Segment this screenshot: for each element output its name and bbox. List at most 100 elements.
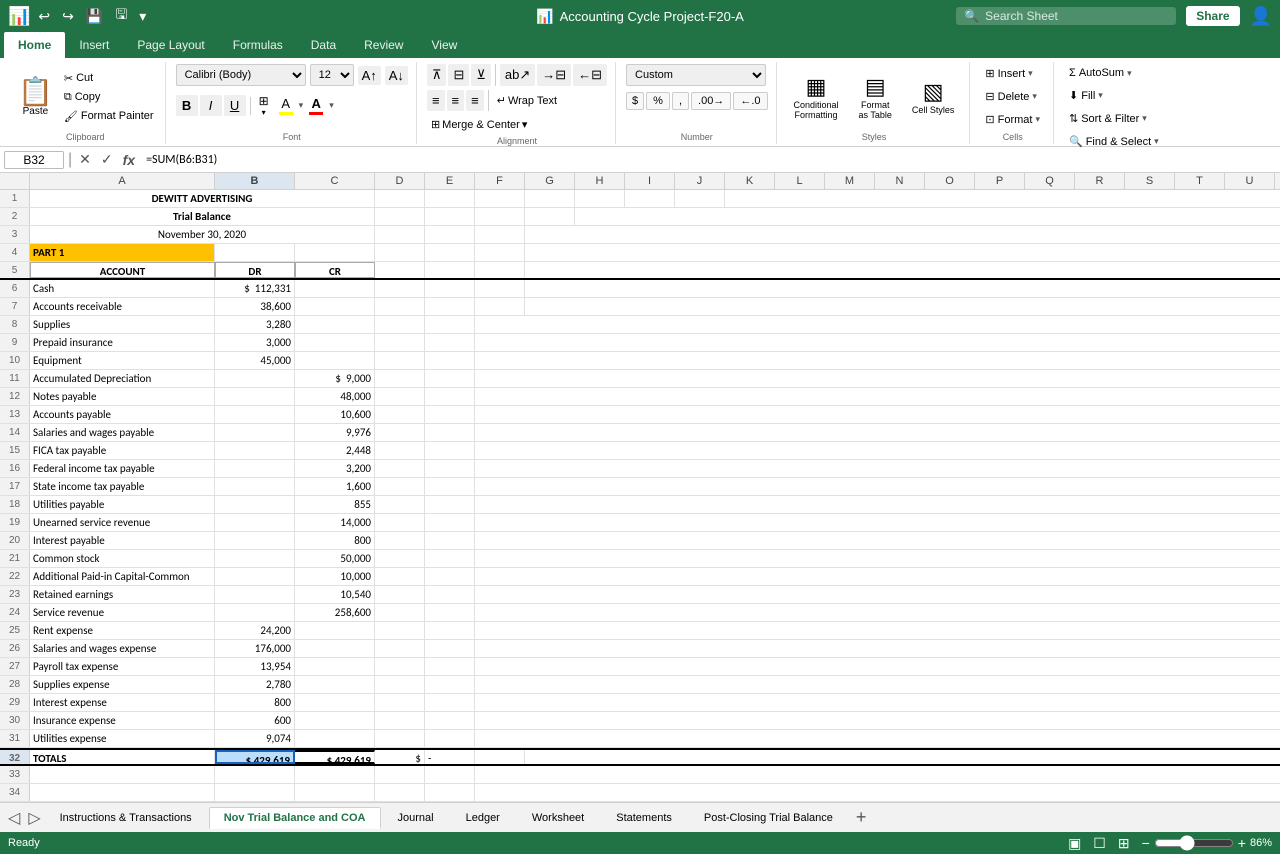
orientation-button[interactable]: ab↗ bbox=[500, 64, 535, 86]
cell-b16[interactable] bbox=[215, 460, 295, 477]
cell-d32[interactable]: $ bbox=[375, 750, 425, 764]
col-header-m[interactable]: M bbox=[825, 173, 875, 189]
col-header-t[interactable]: T bbox=[1175, 173, 1225, 189]
cell-b27[interactable]: 13,954 bbox=[215, 658, 295, 675]
cell-d23[interactable] bbox=[375, 586, 425, 603]
cell-b6[interactable]: $ 112,331 bbox=[215, 280, 295, 297]
cell-d31[interactable] bbox=[375, 730, 425, 747]
cell-e32[interactable]: - bbox=[425, 750, 475, 764]
cell-e24[interactable] bbox=[425, 604, 475, 621]
cell-e14[interactable] bbox=[425, 424, 475, 441]
cell-a18[interactable]: Utilities payable bbox=[30, 496, 215, 513]
delete-caret[interactable]: ▾ bbox=[1032, 91, 1037, 102]
insert-button[interactable]: ⊞ Insert ▾ bbox=[980, 64, 1037, 83]
table-row[interactable]: 21 Common stock 50,000 bbox=[0, 550, 1280, 568]
cell-b7[interactable]: 38,600 bbox=[215, 298, 295, 315]
cell-e22[interactable] bbox=[425, 568, 475, 585]
table-row[interactable]: 9 Prepaid insurance 3,000 bbox=[0, 334, 1280, 352]
more-button[interactable]: ▾ bbox=[135, 6, 150, 27]
cell-c27[interactable] bbox=[295, 658, 375, 675]
cell-e23[interactable] bbox=[425, 586, 475, 603]
cell-e29[interactable] bbox=[425, 694, 475, 711]
cell-b30[interactable]: 600 bbox=[215, 712, 295, 729]
cell-c16[interactable]: 3,200 bbox=[295, 460, 375, 477]
table-row[interactable]: 7 Accounts receivable 38,600 bbox=[0, 298, 1280, 316]
cell-d26[interactable] bbox=[375, 640, 425, 657]
sheet-tab-statements[interactable]: Statements bbox=[601, 807, 687, 829]
cell-c29[interactable] bbox=[295, 694, 375, 711]
cell-e17[interactable] bbox=[425, 478, 475, 495]
cell-e2[interactable] bbox=[425, 208, 475, 225]
table-row[interactable]: 29 Interest expense 800 bbox=[0, 694, 1280, 712]
cell-d8[interactable] bbox=[375, 316, 425, 333]
cell-a11[interactable]: Accumulated Depreciation bbox=[30, 370, 215, 387]
cell-a7[interactable]: Accounts receivable bbox=[30, 298, 215, 315]
cell-c30[interactable] bbox=[295, 712, 375, 729]
decrease-decimal-button[interactable]: ←.0 bbox=[733, 92, 767, 110]
cell-b9[interactable]: 3,000 bbox=[215, 334, 295, 351]
sheet-tab-worksheet[interactable]: Worksheet bbox=[517, 807, 599, 829]
cell-i1[interactable] bbox=[625, 190, 675, 207]
cell-a2[interactable]: Trial Balance bbox=[30, 208, 375, 225]
tab-view[interactable]: View bbox=[417, 32, 471, 58]
cell-b19[interactable] bbox=[215, 514, 295, 531]
save-button[interactable]: 💾 bbox=[82, 6, 107, 27]
align-top-button[interactable]: ⊼ bbox=[427, 64, 447, 86]
cell-b14[interactable] bbox=[215, 424, 295, 441]
col-header-v[interactable]: V bbox=[1275, 173, 1280, 189]
cell-c19[interactable]: 14,000 bbox=[295, 514, 375, 531]
zoom-slider[interactable] bbox=[1154, 835, 1234, 851]
cell-a31[interactable]: Utilities expense bbox=[30, 730, 215, 747]
cell-b26[interactable]: 176,000 bbox=[215, 640, 295, 657]
formula-input[interactable] bbox=[142, 152, 1276, 168]
col-header-r[interactable]: R bbox=[1075, 173, 1125, 189]
cell-e7[interactable] bbox=[425, 298, 475, 315]
cell-f3[interactable] bbox=[475, 226, 525, 243]
col-header-i[interactable]: I bbox=[625, 173, 675, 189]
cell-c12[interactable]: 48,000 bbox=[295, 388, 375, 405]
cell-d1[interactable] bbox=[375, 190, 425, 207]
cell-c14[interactable]: 9,976 bbox=[295, 424, 375, 441]
cell-a12[interactable]: Notes payable bbox=[30, 388, 215, 405]
align-middle-button[interactable]: ⊟ bbox=[448, 64, 469, 86]
cell-c8[interactable] bbox=[295, 316, 375, 333]
cell-d5[interactable] bbox=[375, 262, 425, 278]
cell-b8[interactable]: 3,280 bbox=[215, 316, 295, 333]
fill-button[interactable]: ⬇ Fill ▾ bbox=[1064, 86, 1108, 105]
search-input[interactable] bbox=[985, 9, 1145, 23]
cell-c26[interactable] bbox=[295, 640, 375, 657]
page-layout-view-button[interactable]: ☐ bbox=[1093, 835, 1106, 852]
table-row[interactable]: 32 TOTALS $ 429,619 $ 429,619 $ - bbox=[0, 748, 1280, 766]
table-row[interactable]: 26 Salaries and wages expense 176,000 bbox=[0, 640, 1280, 658]
cell-styles-button[interactable]: ▧ Cell Styles bbox=[905, 74, 962, 120]
sort-caret[interactable]: ▾ bbox=[1142, 113, 1147, 124]
indent-increase-button[interactable]: →⊟ bbox=[537, 64, 571, 86]
cell-j1[interactable] bbox=[675, 190, 725, 207]
cell-c24[interactable]: 258,600 bbox=[295, 604, 375, 621]
format-as-table-button[interactable]: ▤ Format as Table bbox=[852, 69, 899, 125]
cell-f4[interactable] bbox=[475, 244, 525, 261]
cell-d11[interactable] bbox=[375, 370, 425, 387]
cell-a28[interactable]: Supplies expense bbox=[30, 676, 215, 693]
cell-b34[interactable] bbox=[215, 784, 295, 801]
cell-c5[interactable]: CR bbox=[295, 262, 375, 278]
cell-c25[interactable] bbox=[295, 622, 375, 639]
cell-d30[interactable] bbox=[375, 712, 425, 729]
col-header-f[interactable]: F bbox=[475, 173, 525, 189]
tab-insert[interactable]: Insert bbox=[65, 32, 123, 58]
paste-button[interactable]: 📋 Paste bbox=[14, 76, 57, 119]
cell-e20[interactable] bbox=[425, 532, 475, 549]
cell-c18[interactable]: 855 bbox=[295, 496, 375, 513]
cell-d15[interactable] bbox=[375, 442, 425, 459]
tab-review[interactable]: Review bbox=[350, 32, 417, 58]
cell-f32[interactable] bbox=[475, 750, 525, 764]
cell-b28[interactable]: 2,780 bbox=[215, 676, 295, 693]
cell-a25[interactable]: Rent expense bbox=[30, 622, 215, 639]
col-header-u[interactable]: U bbox=[1225, 173, 1275, 189]
cell-e13[interactable] bbox=[425, 406, 475, 423]
copy-button[interactable]: ⧉ Copy bbox=[61, 89, 157, 106]
cell-f7[interactable] bbox=[475, 298, 525, 315]
share-button[interactable]: Share bbox=[1186, 6, 1239, 26]
number-format-select[interactable]: Custom bbox=[626, 64, 766, 86]
cell-e31[interactable] bbox=[425, 730, 475, 747]
